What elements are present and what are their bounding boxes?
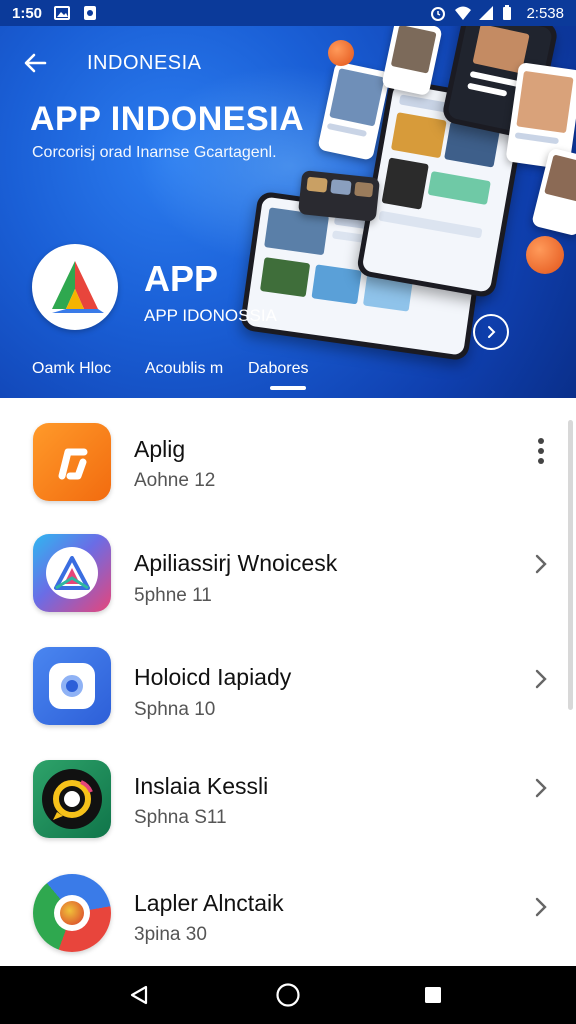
triangle-app-icon-disc	[46, 547, 98, 599]
hero-title: APP INDONESIA	[30, 100, 305, 138]
nav-recents-button[interactable]	[418, 980, 448, 1010]
item-subtitle: Sphna S11	[134, 807, 227, 828]
back-button[interactable]	[18, 46, 52, 80]
decorative-ball	[328, 40, 354, 66]
status-bar: 1:50 2:538	[0, 0, 576, 26]
item-subtitle: Sphna 10	[134, 699, 216, 720]
list-item[interactable]: Apiliassirj Wnoicesk 5phne 11	[8, 513, 568, 623]
decorative-tile	[381, 157, 429, 210]
decorative-tile	[467, 82, 508, 97]
decorative-tile	[514, 132, 560, 145]
chrome-app-icon-ring	[54, 895, 90, 931]
circle-home-icon	[276, 983, 300, 1007]
list-item[interactable]: Inslaia Kessli Sphna S11	[8, 743, 568, 853]
chat-app-icon-bubble	[42, 769, 102, 829]
item-subtitle: Aohne 12	[134, 470, 216, 491]
chrome-app-icon-center	[60, 901, 84, 925]
decorative-tile	[544, 154, 576, 202]
item-title: Aplig	[134, 436, 186, 462]
decorative-card	[297, 170, 381, 222]
item-subtitle: 3pina 30	[134, 924, 207, 945]
triangle-app-icon	[33, 534, 111, 612]
app-list: Aplig Aohne 12 Apiliassirj Wnoicesk 5phn…	[8, 398, 568, 966]
alarm-icon	[430, 5, 446, 21]
decorative-ball	[526, 236, 564, 274]
arrow-left-icon	[24, 53, 47, 73]
nav-home-button[interactable]	[273, 980, 303, 1010]
decorative-tile	[390, 26, 437, 74]
notification-icon	[82, 5, 98, 21]
navigation-bar	[0, 966, 576, 1024]
list-item[interactable]: Lapler Alnctaik 3pina 30	[8, 858, 568, 968]
app-name: APP	[144, 258, 219, 299]
next-button[interactable]	[473, 314, 509, 350]
decorative-tile	[329, 68, 385, 127]
camera-app-icon	[33, 647, 111, 725]
tab-dabores[interactable]: Dabores	[248, 360, 308, 378]
decorative-tile	[390, 112, 447, 159]
more-options-button[interactable]	[528, 438, 554, 464]
hero-banner: INDONESIA APP INDONESIA Corcorisj orad I…	[0, 26, 576, 398]
chevron-right-icon	[535, 897, 547, 917]
more-vert-icon	[538, 438, 544, 464]
open-item-button[interactable]	[528, 551, 554, 577]
item-title: Inslaia Kessli	[134, 773, 269, 799]
tab-acoublis[interactable]: Acoublis m	[145, 360, 223, 378]
hero-subtitle: Corcorisj orad Inarnse Gcartagenl.	[32, 144, 277, 161]
status-left-text: 1:50	[12, 4, 43, 22]
battery-icon	[502, 5, 518, 21]
item-title: Apiliassirj Wnoicesk	[134, 550, 338, 576]
chat-app-icon	[33, 760, 111, 838]
triangle-back-icon	[130, 985, 148, 1005]
decorative-tile	[326, 122, 368, 138]
chrome-app-icon	[33, 874, 111, 952]
decorative-tile	[516, 70, 574, 134]
decorative-tile	[378, 210, 483, 239]
decorative-tile	[354, 181, 374, 198]
status-time: 2:538	[526, 4, 564, 22]
item-title: Lapler Alnctaik	[134, 890, 284, 916]
decorative-tile	[427, 170, 491, 206]
chevron-right-icon	[488, 326, 496, 338]
open-item-button[interactable]	[528, 894, 554, 920]
app-logo[interactable]	[32, 244, 118, 330]
chevron-right-icon	[535, 778, 547, 798]
tab-oamk-hloc[interactable]: Oamk Hloc	[32, 360, 111, 378]
list-item[interactable]: Holoicd Iapiady Sphna 10	[8, 628, 568, 738]
wifi-icon	[454, 5, 472, 21]
nav-back-button[interactable]	[124, 980, 154, 1010]
app-subtitle: APP IDONOSSIA	[144, 306, 277, 325]
list-item[interactable]: Aplig Aohne 12	[8, 398, 568, 508]
triangle-logo-icon	[52, 261, 104, 313]
list-scrollbar[interactable]	[568, 420, 573, 710]
orange-app-icon	[33, 423, 111, 501]
header-title: INDONESIA	[87, 52, 202, 74]
decorative-tile	[259, 257, 311, 298]
decorative-tile	[330, 179, 352, 196]
tab-bar: Oamk Hloc Acoublis m Dabores	[0, 356, 576, 398]
camera-app-icon-lens	[61, 675, 83, 697]
image-icon	[54, 5, 71, 21]
chevron-right-icon	[535, 669, 547, 689]
chevron-right-icon	[535, 554, 547, 574]
tab-indicator	[270, 386, 306, 390]
decorative-tile	[306, 176, 328, 193]
item-title: Holoicd Iapiady	[134, 664, 292, 690]
item-subtitle: 5phne 11	[134, 585, 212, 606]
decorative-tile	[311, 264, 362, 305]
signal-icon	[478, 5, 494, 21]
camera-app-icon-frame	[49, 663, 95, 709]
square-recents-icon	[425, 987, 441, 1003]
open-item-button[interactable]	[528, 666, 554, 692]
open-item-button[interactable]	[528, 775, 554, 801]
